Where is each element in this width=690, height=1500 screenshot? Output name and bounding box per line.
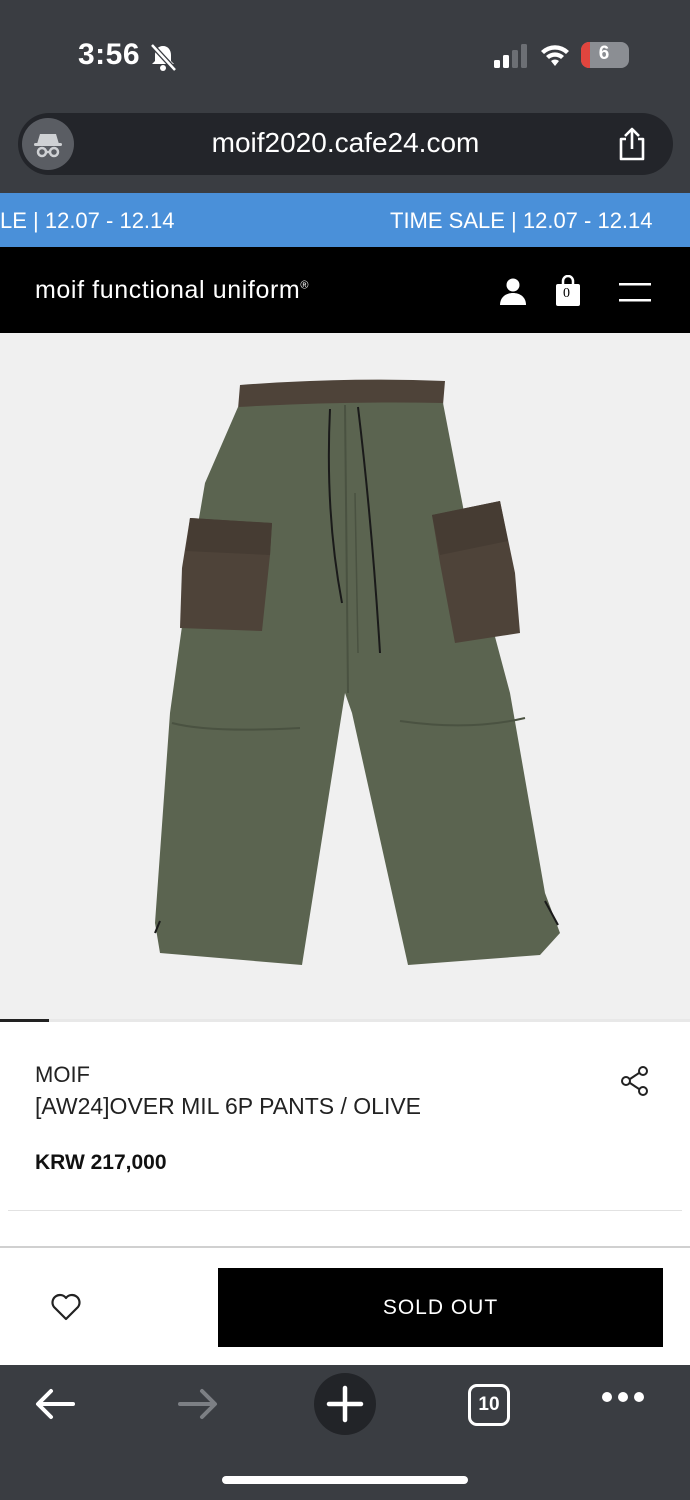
more-options-icon[interactable] xyxy=(601,1391,645,1403)
cargo-pants-illustration xyxy=(154,379,560,965)
user-account-icon[interactable] xyxy=(499,277,527,305)
browser-toolbar: 10 xyxy=(0,1365,690,1500)
clock: 3:56 xyxy=(78,38,141,71)
hamburger-menu-icon[interactable] xyxy=(619,283,651,303)
battery-level: 6 xyxy=(598,43,610,64)
plus-icon xyxy=(326,1385,364,1423)
share-icon[interactable] xyxy=(620,1065,650,1097)
ticker-text-right: TIME SALE | 12.07 - 12.14 xyxy=(390,208,653,233)
divider xyxy=(8,1210,682,1211)
product-brand: MOIF xyxy=(35,1062,90,1087)
image-carousel-indicator[interactable] xyxy=(0,1019,690,1022)
sold-out-button[interactable]: SOLD OUT xyxy=(218,1268,663,1347)
wishlist-heart-icon[interactable] xyxy=(50,1292,82,1322)
ticker-text-left: LE | 12.07 - 12.14 xyxy=(0,208,175,233)
home-indicator xyxy=(222,1476,468,1484)
battery-indicator: 6 xyxy=(581,42,629,68)
site-header: moif functional uniform® 0 xyxy=(0,247,690,333)
forward-arrow-icon[interactable] xyxy=(178,1387,220,1421)
wifi-icon xyxy=(541,45,569,66)
bell-muted-icon xyxy=(150,43,177,72)
site-logo[interactable]: moif functional uniform® xyxy=(35,276,309,305)
product-title: [AW24]OVER MIL 6P PANTS / OLIVE xyxy=(35,1093,422,1119)
sale-ticker[interactable]: LE | 12.07 - 12.14 TIME SALE | 12.07 - 1… xyxy=(0,193,690,247)
web-page: LE | 12.07 - 12.14 TIME SALE | 12.07 - 1… xyxy=(0,193,690,1365)
url-text[interactable]: moif2020.cafe24.com xyxy=(18,127,673,159)
product-price: KRW 217,000 xyxy=(35,1151,167,1174)
back-arrow-icon[interactable] xyxy=(33,1387,75,1421)
new-tab-button[interactable] xyxy=(314,1373,376,1435)
product-image[interactable] xyxy=(0,333,690,1021)
divider xyxy=(0,1246,690,1248)
status-bar: 3:56 6 xyxy=(0,0,690,105)
address-bar[interactable]: moif2020.cafe24.com xyxy=(18,113,673,175)
tab-switcher-button[interactable]: 10 xyxy=(468,1384,510,1426)
cart-count: 0 xyxy=(563,286,570,301)
share-icon[interactable] xyxy=(616,127,648,161)
cellular-signal-icon xyxy=(494,44,527,68)
